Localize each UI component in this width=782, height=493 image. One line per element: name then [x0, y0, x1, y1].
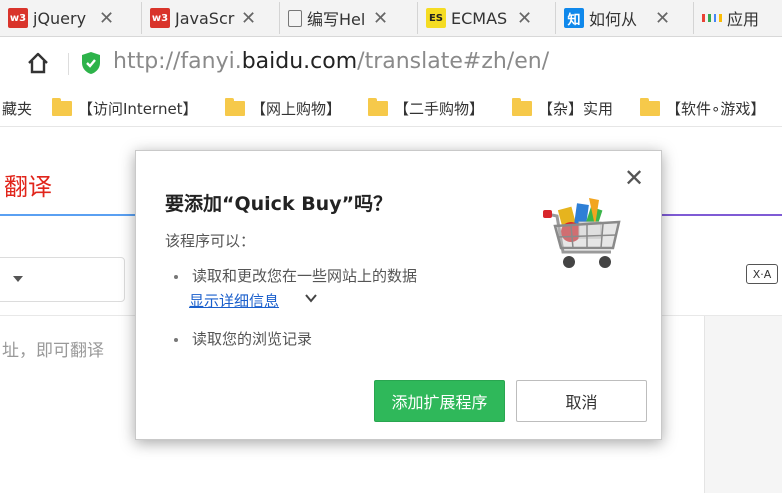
bookmark-label: 【网上购物】 — [251, 100, 342, 118]
bookmark-folder[interactable]: 【访问Internet】 — [52, 98, 198, 119]
close-icon[interactable]: ✕ — [99, 8, 114, 29]
chevron-down-icon — [13, 276, 23, 282]
bookmark-folder[interactable]: 【网上购物】 — [225, 98, 341, 119]
bookmark-folder[interactable]: 【杂】实用 — [512, 98, 613, 119]
cancel-button[interactable]: 取消 — [516, 380, 647, 422]
site-logo: 翻译 — [4, 173, 52, 201]
bookmark-label: 藏夹 — [2, 100, 33, 118]
divider — [68, 53, 69, 75]
bookmark-favorites[interactable]: 藏夹 — [2, 98, 32, 119]
url-prefix: http://fanyi. — [113, 49, 242, 74]
zhihu-icon: 知 — [564, 8, 584, 28]
dialog-subtitle: 该程序可以： — [165, 232, 256, 250]
close-icon[interactable]: ✕ — [655, 8, 670, 29]
accent-line — [0, 214, 150, 216]
accent-line — [650, 214, 782, 216]
home-icon[interactable] — [26, 51, 50, 75]
folder-icon — [512, 98, 532, 116]
show-details-link[interactable]: 显示详细信息 — [189, 290, 279, 311]
permission-text: 读取您的浏览记录 — [192, 330, 313, 348]
bullet — [174, 337, 178, 342]
bookmark-folder[interactable]: 【软件∘游戏】 — [640, 98, 765, 119]
bookmark-folder[interactable]: 【二手购物】 — [368, 98, 484, 119]
bookmark-label: 【杂】实用 — [538, 100, 614, 118]
shield-icon[interactable] — [80, 51, 102, 75]
result-panel — [704, 316, 782, 493]
w3schools-icon: w3 — [150, 8, 170, 28]
tab-javascript[interactable]: w3 JavaScr ✕ — [144, 2, 280, 34]
folder-icon — [52, 98, 72, 116]
url-path: /translate#zh/en/ — [357, 49, 550, 74]
address-bar: http://fanyi.baidu.com/translate#zh/en/ — [0, 37, 782, 90]
tab-title: 编写Hel — [307, 10, 366, 29]
folder-icon — [225, 98, 245, 116]
permission-text: 读取和更改您在一些网站上的数据 — [192, 267, 418, 285]
tab-strip: w3 jQuery ✕ w3 JavaScr ✕ 编写Hel ✕ ES ECMA… — [0, 0, 782, 37]
bookmark-label: 【二手购物】 — [394, 100, 485, 118]
tab-ecmascript[interactable]: ES ECMAS ✕ — [420, 2, 556, 34]
bullet — [174, 274, 178, 279]
permission-item: 读取您的浏览记录 — [174, 328, 312, 349]
apps-icon — [702, 8, 722, 28]
url-domain: baidu.com — [241, 49, 358, 74]
close-icon[interactable]: ✕ — [241, 8, 256, 29]
tab-title: 如何从 — [589, 10, 638, 29]
tab-title: JavaScr — [175, 8, 235, 28]
permission-item: 读取和更改您在一些网站上的数据 — [174, 265, 417, 286]
shopping-cart-icon — [543, 198, 621, 268]
language-select[interactable] — [0, 257, 125, 302]
tab-hello[interactable]: 编写Hel ✕ — [282, 2, 418, 34]
tab-apps[interactable]: 应用 — [696, 2, 782, 34]
tab-title: ECMAS — [451, 8, 508, 28]
document-icon — [288, 9, 302, 27]
tab-jquery[interactable]: w3 jQuery ✕ — [2, 2, 142, 34]
add-extension-button[interactable]: 添加扩展程序 — [374, 380, 505, 422]
source-text-input[interactable]: 址，即可翻译 — [2, 336, 104, 361]
bookmark-label: 【访问Internet】 — [78, 100, 198, 118]
tab-zhihu[interactable]: 知 如何从 ✕ — [558, 2, 694, 34]
translate-icon[interactable]: X·A — [746, 264, 778, 284]
url-field[interactable]: http://fanyi.baidu.com/translate#zh/en/ — [113, 49, 549, 74]
tab-title: jQuery — [33, 8, 87, 28]
es-icon: ES — [426, 8, 446, 28]
tab-title: 应用 — [727, 10, 760, 29]
folder-icon — [368, 98, 388, 116]
bookmark-label: 【软件∘游戏】 — [666, 100, 766, 118]
close-icon[interactable]: ✕ — [517, 8, 532, 29]
close-icon[interactable]: ✕ — [373, 8, 388, 29]
add-extension-dialog: ✕ 要添加“Quick Buy”吗？ 该程序可以： 读取和更改您在一些网站上的数… — [135, 150, 662, 440]
dialog-title: 要添加“Quick Buy”吗？ — [165, 193, 393, 215]
bookmarks-bar: 藏夹 【访问Internet】 【网上购物】 【二手购物】 【杂】实用 【软件∘… — [0, 90, 782, 127]
w3schools-icon: w3 — [8, 8, 28, 28]
chevron-down-icon[interactable] — [304, 291, 318, 305]
folder-icon — [640, 98, 660, 116]
